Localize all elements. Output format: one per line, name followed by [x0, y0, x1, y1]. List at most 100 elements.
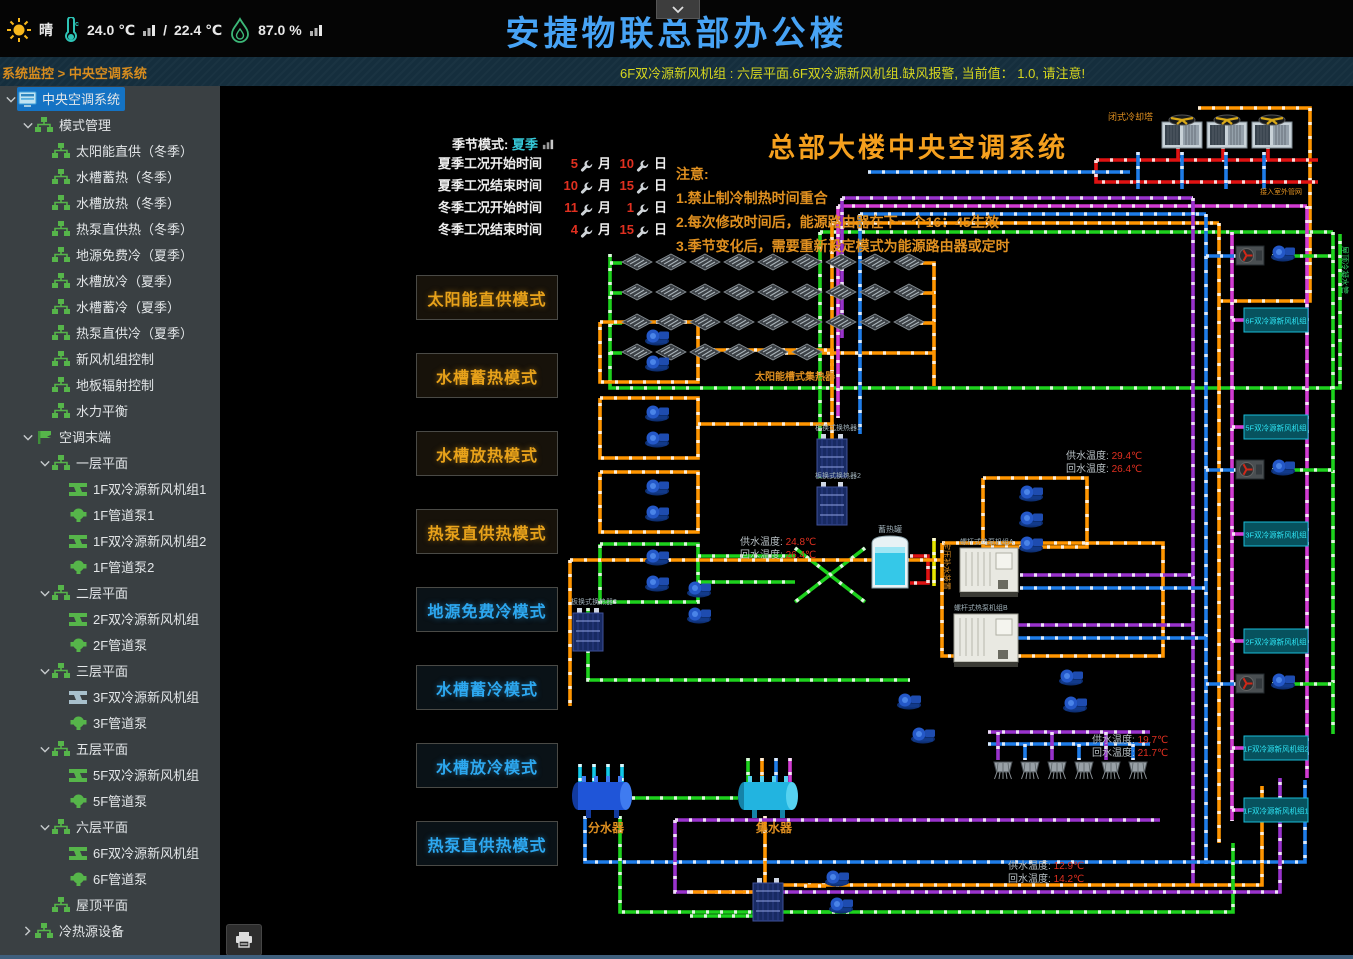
- floor-unit-box[interactable]: 1F双冷源新风机组1: [1243, 798, 1308, 822]
- plate-heat-exchanger-icon[interactable]: [753, 878, 783, 921]
- print-button[interactable]: [226, 924, 262, 955]
- pump-icon[interactable]: [1271, 246, 1295, 262]
- mode-button-热泵直供热模式[interactable]: 热泵直供热模式: [416, 509, 558, 554]
- tree-item-1F管道泵1[interactable]: 1F管道泵1: [0, 502, 220, 528]
- chevron-down-icon[interactable]: [38, 746, 51, 753]
- mode-button-水槽蓄冷模式[interactable]: 水槽蓄冷模式: [416, 665, 558, 710]
- chevron-down-icon[interactable]: [21, 434, 34, 441]
- tree-item-5F管道泵[interactable]: 5F管道泵: [0, 788, 220, 814]
- tree-item-6F管道泵[interactable]: 6F管道泵: [0, 866, 220, 892]
- pump-icon[interactable]: [687, 608, 711, 624]
- chevron-right-icon[interactable]: [21, 926, 34, 936]
- tree-item-6F双冷源新风机组[interactable]: 6F双冷源新风机组: [0, 840, 220, 866]
- plate-heat-exchanger-icon[interactable]: 板换式换热器3: [571, 597, 617, 651]
- pump-icon[interactable]: [911, 728, 935, 744]
- storage-tank-icon[interactable]: 蓄热罐: [872, 524, 908, 588]
- wrench-icon[interactable]: [580, 159, 593, 172]
- pump-icon[interactable]: [1059, 670, 1083, 686]
- ahu-fan-icon[interactable]: [1236, 460, 1264, 479]
- edit-month-wrench[interactable]: [580, 223, 593, 245]
- pump-icon[interactable]: [1019, 512, 1043, 528]
- pump-icon[interactable]: [897, 694, 921, 710]
- tree-item-模式管理[interactable]: 模式管理: [0, 112, 220, 138]
- wrench-icon[interactable]: [580, 181, 593, 194]
- floor-unit-box[interactable]: 6F双冷源新风机组: [1244, 308, 1308, 332]
- wrench-icon[interactable]: [636, 159, 649, 172]
- mode-button-太阳能直供模式[interactable]: 太阳能直供模式: [416, 275, 558, 320]
- wrench-icon[interactable]: [580, 203, 593, 216]
- tree-item-空调末端[interactable]: 空调末端: [0, 424, 220, 450]
- wrench-icon[interactable]: [636, 203, 649, 216]
- tree-item-五层平面[interactable]: 五层平面: [0, 736, 220, 762]
- floor-unit-box[interactable]: 5F双冷源新风机组: [1244, 415, 1308, 439]
- mode-button-地源免费冷模式[interactable]: 地源免费冷模式: [416, 587, 558, 632]
- tree-item-地源免费冷（夏季）[interactable]: 地源免费冷（夏季）: [0, 242, 220, 268]
- tree-item-新风机组控制[interactable]: 新风机组控制: [0, 346, 220, 372]
- floor-unit-box[interactable]: 1F双冷源新风机组2: [1243, 736, 1308, 760]
- pump-icon[interactable]: [645, 550, 669, 566]
- pump-icon[interactable]: [1019, 537, 1043, 553]
- tree-item-1F管道泵2[interactable]: 1F管道泵2: [0, 554, 220, 580]
- collapse-header-button[interactable]: [656, 0, 700, 19]
- chevron-down-icon[interactable]: [38, 824, 51, 831]
- tree-item-中央空调系统[interactable]: 中央空调系统: [0, 86, 220, 112]
- chevron-down-icon[interactable]: [38, 668, 51, 675]
- pump-icon[interactable]: [1271, 674, 1295, 690]
- mode-button-水槽蓄热模式[interactable]: 水槽蓄热模式: [416, 353, 558, 398]
- pump-icon[interactable]: [645, 406, 669, 422]
- ahu-fan-icon[interactable]: [1236, 246, 1264, 265]
- water-collector-icon[interactable]: [738, 776, 798, 818]
- pump-icon[interactable]: [825, 871, 849, 887]
- tree-item-5F双冷源新风机组[interactable]: 5F双冷源新风机组: [0, 762, 220, 788]
- floor-unit-box[interactable]: 2F双冷源新风机组: [1244, 629, 1308, 653]
- tree-item-1F双冷源新风机组2[interactable]: 1F双冷源新风机组2: [0, 528, 220, 554]
- cooling-tower-icon[interactable]: [1207, 115, 1247, 148]
- tree-item-水槽蓄热（冬季）[interactable]: 水槽蓄热（冬季）: [0, 164, 220, 190]
- tree-item-2F双冷源新风机组[interactable]: 2F双冷源新风机组: [0, 606, 220, 632]
- chevron-down-icon[interactable]: [21, 122, 34, 129]
- pump-icon[interactable]: [687, 582, 711, 598]
- wrench-icon[interactable]: [636, 181, 649, 194]
- tree-item-三层平面[interactable]: 三层平面: [0, 658, 220, 684]
- tree-item-2F管道泵[interactable]: 2F管道泵: [0, 632, 220, 658]
- wrench-icon[interactable]: [636, 225, 649, 238]
- water-distributor-icon[interactable]: [572, 776, 632, 818]
- alarm-message[interactable]: 6F双冷源新风机组 : 六层平面.6F双冷源新风机组.缺风报警, 当前值： 1.…: [620, 63, 1085, 82]
- mode-button-水槽放冷模式[interactable]: 水槽放冷模式: [416, 743, 558, 788]
- bottom-scrollbar[interactable]: [0, 955, 1353, 959]
- tree-item-3F双冷源新风机组[interactable]: 3F双冷源新风机组: [0, 684, 220, 710]
- plate-heat-exchanger-icon[interactable]: 板换式换热器1: [815, 423, 861, 477]
- tree-item-1F双冷源新风机组1[interactable]: 1F双冷源新风机组1: [0, 476, 220, 502]
- tree-item-六层平面[interactable]: 六层平面: [0, 814, 220, 840]
- tree-item-水力平衡[interactable]: 水力平衡: [0, 398, 220, 424]
- tree-item-太阳能直供（冬季）[interactable]: 太阳能直供（冬季）: [0, 138, 220, 164]
- pump-icon[interactable]: [645, 330, 669, 346]
- chevron-down-icon[interactable]: [38, 460, 51, 467]
- mode-button-热泵直供热模式[interactable]: 热泵直供热模式: [416, 821, 558, 866]
- pump-icon[interactable]: [645, 356, 669, 372]
- tree-item-热泵直供热（冬季）[interactable]: 热泵直供热（冬季）: [0, 216, 220, 242]
- wrench-icon[interactable]: [580, 225, 593, 238]
- chevron-down-icon[interactable]: [38, 590, 51, 597]
- pump-icon[interactable]: [1271, 460, 1295, 476]
- pump-icon[interactable]: [1063, 697, 1087, 713]
- tree-item-水槽放热（冬季）[interactable]: 水槽放热（冬季）: [0, 190, 220, 216]
- ahu-fan-icon[interactable]: [1236, 674, 1264, 693]
- pump-icon[interactable]: [829, 898, 853, 914]
- tree-item-冷热源设备[interactable]: 冷热源设备: [0, 918, 220, 944]
- tree-item-地板辐射控制[interactable]: 地板辐射控制: [0, 372, 220, 398]
- pump-icon[interactable]: [645, 480, 669, 496]
- chevron-down-icon[interactable]: [4, 96, 17, 103]
- pump-icon[interactable]: [1019, 486, 1043, 502]
- pump-icon[interactable]: [645, 576, 669, 592]
- pump-icon[interactable]: [645, 432, 669, 448]
- plate-heat-exchanger-icon[interactable]: 板换式换热器2: [815, 471, 861, 525]
- cooling-tower-icon[interactable]: [1162, 115, 1202, 148]
- tree-item-3F管道泵[interactable]: 3F管道泵: [0, 710, 220, 736]
- tree-item-二层平面[interactable]: 二层平面: [0, 580, 220, 606]
- edit-day-wrench[interactable]: [636, 223, 649, 245]
- tree-item-屋顶平面[interactable]: 屋顶平面: [0, 892, 220, 918]
- floor-unit-box[interactable]: 3F双冷源新风机组: [1244, 522, 1308, 546]
- pump-icon[interactable]: [645, 506, 669, 522]
- tree-item-热泵直供冷（夏季）[interactable]: 热泵直供冷（夏季）: [0, 320, 220, 346]
